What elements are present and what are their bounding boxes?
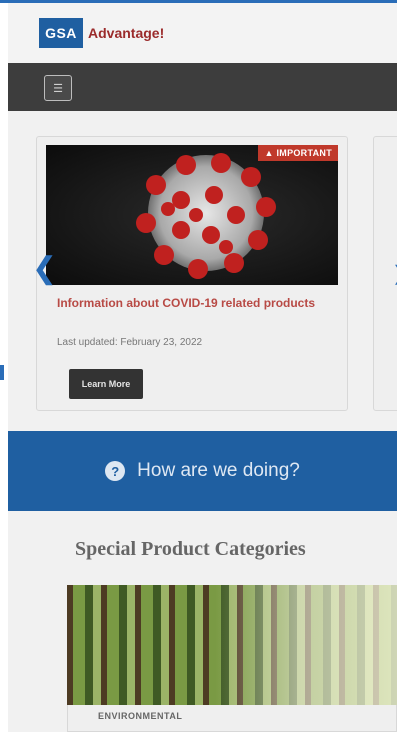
feedback-link[interactable]: How are we doing? — [137, 460, 300, 482]
category-label: ENVIRONMENTAL — [98, 711, 183, 721]
gsa-logo[interactable]: GSA — [39, 18, 83, 48]
virus-illustration — [136, 153, 276, 279]
menu-button[interactable]: ☰ — [44, 75, 72, 101]
chevron-left-icon[interactable]: ❮ — [32, 251, 57, 286]
site-header: GSA Advantage! — [8, 3, 397, 63]
warning-icon: ▲ — [264, 148, 274, 158]
logo-wordmark[interactable]: Advantage! — [88, 25, 164, 41]
selection-edge — [0, 0, 4, 3]
announcement-title[interactable]: Information about COVID-19 related produ… — [57, 295, 327, 311]
important-badge: ▲ IMPORTANT — [258, 145, 338, 161]
announcement-card: ▲ IMPORTANT Information about COVID-19 r… — [36, 136, 348, 411]
announcement-carousel: ▲ IMPORTANT Information about COVID-19 r… — [8, 111, 397, 431]
learn-more-button[interactable]: Learn More — [69, 369, 143, 399]
selection-marker — [0, 365, 4, 380]
covid-virus-image: ▲ IMPORTANT — [46, 145, 338, 285]
hamburger-icon: ☰ — [53, 82, 63, 95]
badge-label: IMPORTANT — [276, 148, 332, 158]
last-updated: Last updated: February 23, 2022 — [57, 337, 203, 348]
help-circle-icon: ? — [105, 461, 126, 481]
main-navbar: ☰ — [8, 63, 397, 111]
forest-image[interactable] — [67, 585, 397, 705]
feedback-banner[interactable]: ? How are we doing? — [8, 431, 397, 511]
chevron-right-icon[interactable]: ❯ — [392, 261, 397, 286]
section-heading: Special Product Categories — [75, 538, 306, 560]
logo-abbr: GSA — [45, 25, 77, 41]
